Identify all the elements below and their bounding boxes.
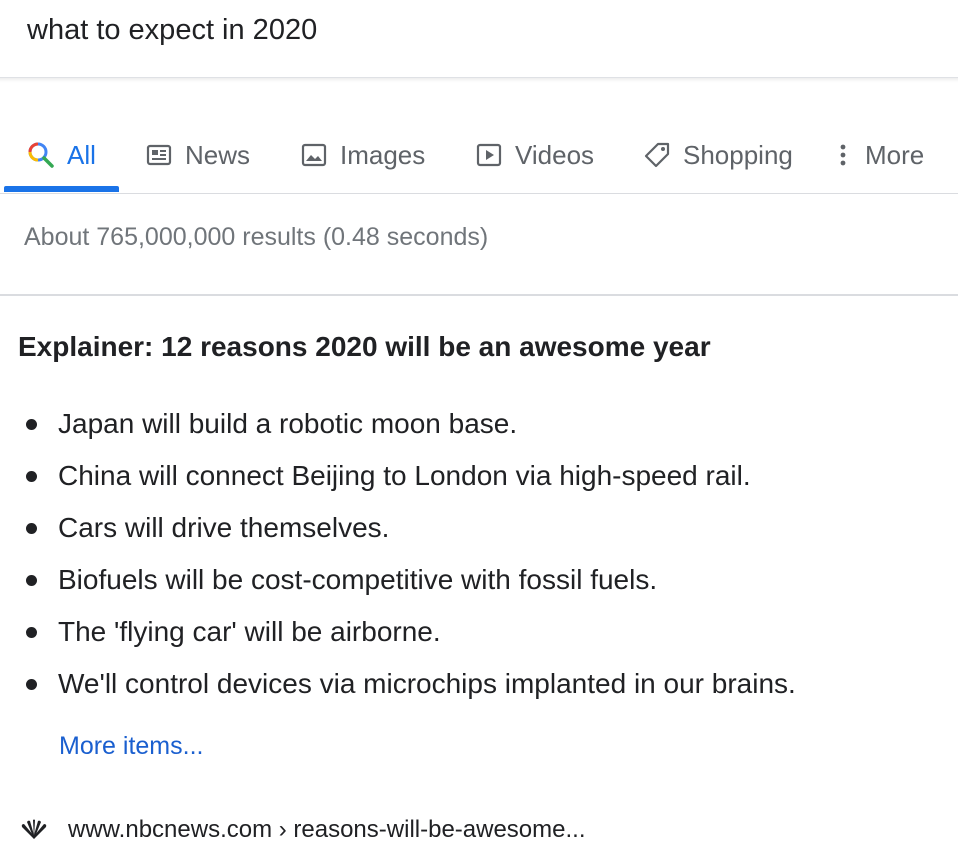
tag-icon [643, 141, 671, 169]
result-source[interactable]: www.nbcnews.com › reasons-will-be-awesom… [18, 816, 586, 844]
tab-shopping[interactable]: Shopping [643, 118, 793, 192]
tab-news[interactable]: News [145, 118, 250, 192]
tab-label: Images [340, 139, 426, 170]
list-item-text: China will connect Beijing to London via… [58, 460, 751, 491]
search-input[interactable]: what to expect in 2020 [27, 14, 317, 47]
more-vertical-icon [835, 141, 851, 169]
bullet-icon [26, 627, 37, 638]
bullet-icon [26, 679, 37, 690]
tab-videos[interactable]: Videos [475, 118, 594, 192]
active-tab-indicator [4, 186, 119, 192]
more-items-link[interactable]: More items... [59, 732, 203, 761]
tab-label: News [185, 139, 251, 170]
list-item: Japan will build a robotic moon base. [0, 400, 796, 452]
list-item-text: We'll control devices via microchips imp… [58, 668, 796, 699]
list-item: Cars will drive themselves. [0, 504, 796, 556]
snippet-list: Japan will build a robotic moon base. Ch… [0, 400, 796, 712]
list-item-text: Cars will drive themselves. [58, 512, 390, 543]
play-icon [475, 141, 503, 169]
tab-more[interactable]: More [835, 118, 924, 192]
source-url: www.nbcnews.com › reasons-will-be-awesom… [68, 816, 586, 843]
result-stats: About 765,000,000 results (0.48 seconds) [24, 223, 489, 251]
search-icon [27, 141, 55, 169]
tab-all[interactable]: All [27, 118, 96, 192]
snippet-heading: Explainer: 12 reasons 2020 will be an aw… [18, 331, 711, 362]
stats-divider [0, 294, 958, 296]
list-item-text: The 'flying car' will be airborne. [58, 616, 441, 647]
news-icon [145, 141, 173, 169]
list-item: The 'flying car' will be airborne. [0, 608, 796, 660]
list-item: China will connect Beijing to London via… [0, 452, 796, 504]
list-item-text: Biofuels will be cost-competitive with f… [58, 564, 658, 595]
bullet-icon [26, 419, 37, 430]
list-item: Biofuels will be cost-competitive with f… [0, 556, 796, 608]
tab-label: Videos [515, 139, 595, 170]
bullet-icon [26, 523, 37, 534]
tabs-divider [0, 193, 958, 194]
image-icon [300, 141, 328, 169]
nbc-peacock-icon [18, 819, 50, 841]
list-item-text: Japan will build a robotic moon base. [58, 408, 518, 439]
search-box[interactable]: what to expect in 2020 [0, 0, 958, 78]
tab-label: All [67, 139, 96, 170]
tab-label: More [865, 139, 925, 170]
list-item: We'll control devices via microchips imp… [0, 660, 796, 712]
tab-images[interactable]: Images [300, 118, 425, 192]
bullet-icon [26, 575, 37, 586]
bullet-icon [26, 471, 37, 482]
tab-label: Shopping [683, 139, 793, 170]
search-tabs: All News Images Videos Shopping More [0, 118, 958, 195]
